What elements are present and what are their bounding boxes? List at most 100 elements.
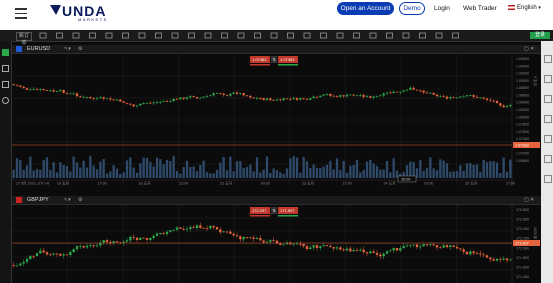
- news-icon[interactable]: [544, 95, 552, 103]
- candle-body: [459, 96, 462, 98]
- candle-body: [152, 102, 155, 104]
- magnet-icon[interactable]: [188, 32, 195, 39]
- candle-body: [105, 240, 109, 242]
- toolbar-icons: [39, 32, 459, 39]
- calendar-icon[interactable]: [2, 81, 9, 88]
- candle-body: [382, 93, 385, 96]
- web-trader-link[interactable]: Web Trader: [463, 2, 497, 15]
- candle-body: [505, 258, 509, 261]
- chart-type-icon[interactable]: [72, 32, 80, 39]
- lock-icon[interactable]: [270, 32, 278, 39]
- volume-bar: [12, 169, 15, 178]
- login-toolbar-button[interactable]: 登录: [530, 32, 550, 39]
- candle-body: [265, 98, 269, 100]
- screenshot-icon[interactable]: [320, 32, 327, 39]
- gbpjpy-chart[interactable]: 172.800172.600172.400172.200172.000171.8…: [12, 205, 541, 283]
- demo-button[interactable]: Demo: [399, 2, 425, 15]
- chat-icon[interactable]: [544, 135, 552, 143]
- volume-bar: [49, 169, 52, 178]
- open-account-button[interactable]: Open an Account: [337, 2, 394, 15]
- hamburger-menu-icon[interactable]: [15, 8, 27, 19]
- eurusd-chart[interactable]: 1.09600 1.09400 1.09200 1.09000 1.08800 1.086…: [12, 54, 541, 186]
- document-icon[interactable]: [2, 65, 9, 72]
- sell-price-label[interactable]: 172.297: [252, 208, 267, 213]
- candle-body: [59, 90, 62, 92]
- volume-bar: [32, 170, 35, 178]
- channel-icon[interactable]: [353, 32, 360, 39]
- watchlist-icon[interactable]: [544, 55, 552, 63]
- candle-body: [159, 101, 162, 103]
- settings-icon[interactable]: [452, 32, 459, 39]
- new-order-button[interactable]: 新订单: [16, 32, 32, 46]
- top-nav: UNDA MARKETS Open an Account Demo Login …: [0, 0, 553, 30]
- fib-icon[interactable]: [155, 32, 162, 39]
- sell-price-label[interactable]: 1.07383: [252, 57, 267, 62]
- brush-icon[interactable]: [402, 32, 410, 39]
- current-price-label: 171.907: [515, 242, 529, 246]
- notes-icon[interactable]: [544, 155, 552, 163]
- volume-bar: [192, 166, 195, 178]
- settings-icon-2[interactable]: ⚙: [78, 196, 82, 204]
- volume-bar: [202, 160, 205, 178]
- grid-icon[interactable]: [303, 32, 311, 39]
- time-tick-label: 17 5月 2023, UTC+8: [16, 181, 49, 186]
- volume-bar: [125, 160, 129, 178]
- volume-bar: [422, 170, 425, 178]
- window-controls-icon-2[interactable]: ▢ ✕: [524, 196, 534, 204]
- candles-icon[interactable]: [39, 32, 47, 39]
- volume-bar: [69, 171, 72, 178]
- eye-icon[interactable]: [237, 32, 245, 39]
- candle-body: [25, 259, 29, 262]
- alerts-icon[interactable]: [544, 75, 552, 83]
- buy-price-label[interactable]: 171.907: [280, 208, 295, 213]
- layout-icon[interactable]: [254, 32, 261, 39]
- language-selector[interactable]: English ▾: [508, 2, 541, 15]
- volume-bar: [195, 171, 199, 178]
- volume-bar: [322, 166, 325, 178]
- gbpjpy-symbol[interactable]: GBPJPY: [27, 196, 49, 204]
- eurusd-symbol[interactable]: EURUSD: [27, 45, 50, 53]
- window-controls-icon[interactable]: ▢ ✕: [524, 45, 534, 53]
- volume-bar: [455, 171, 459, 178]
- trend-icon[interactable]: [336, 32, 344, 39]
- candle-body: [222, 231, 225, 233]
- line-icon[interactable]: [138, 32, 146, 39]
- buy-price-label[interactable]: 1.07383: [280, 57, 295, 62]
- candle-body: [172, 229, 175, 231]
- candle-body: [449, 97, 452, 99]
- help-icon[interactable]: [544, 175, 552, 183]
- candle-body: [359, 249, 362, 251]
- volume-bar: [419, 160, 422, 178]
- time-tick-label: 09:00: [261, 182, 270, 186]
- indicator-icon[interactable]: [89, 32, 96, 39]
- candle-body: [399, 91, 402, 93]
- crosshair-icon[interactable]: [122, 32, 129, 39]
- template-icon[interactable]: [287, 32, 294, 39]
- volume-bar: [325, 164, 329, 178]
- candle-body: [282, 98, 285, 101]
- cursor-tool-icon-2[interactable]: ↖▾: [64, 196, 71, 204]
- cursor-icon[interactable]: [105, 32, 113, 39]
- arrow-icon[interactable]: [369, 32, 377, 39]
- volume-bar: [299, 172, 302, 178]
- login-link[interactable]: Login: [434, 2, 450, 15]
- calendar-side-icon[interactable]: [544, 115, 552, 123]
- zoom-in-icon[interactable]: [204, 32, 212, 39]
- candle-body: [409, 87, 412, 90]
- chart-icon[interactable]: [2, 49, 9, 56]
- search-icon[interactable]: [2, 97, 9, 104]
- cursor-tool-icon[interactable]: ↖▾: [64, 45, 71, 53]
- volume-bar: [355, 159, 359, 178]
- bar-chart-icon[interactable]: [56, 32, 63, 39]
- candle-body: [442, 245, 445, 248]
- zoom-out-icon[interactable]: [221, 32, 228, 39]
- text-icon[interactable]: [171, 32, 179, 39]
- logo[interactable]: UNDA MARKETS: [50, 3, 120, 27]
- gbpjpy-flag-icon: [16, 197, 22, 203]
- candle-body: [469, 251, 472, 255]
- settings-icon[interactable]: ⚙: [78, 45, 82, 53]
- candle-body: [209, 95, 212, 97]
- pattern-icon[interactable]: [435, 32, 443, 39]
- shapes-icon[interactable]: [419, 32, 426, 39]
- measure-icon[interactable]: [386, 32, 393, 39]
